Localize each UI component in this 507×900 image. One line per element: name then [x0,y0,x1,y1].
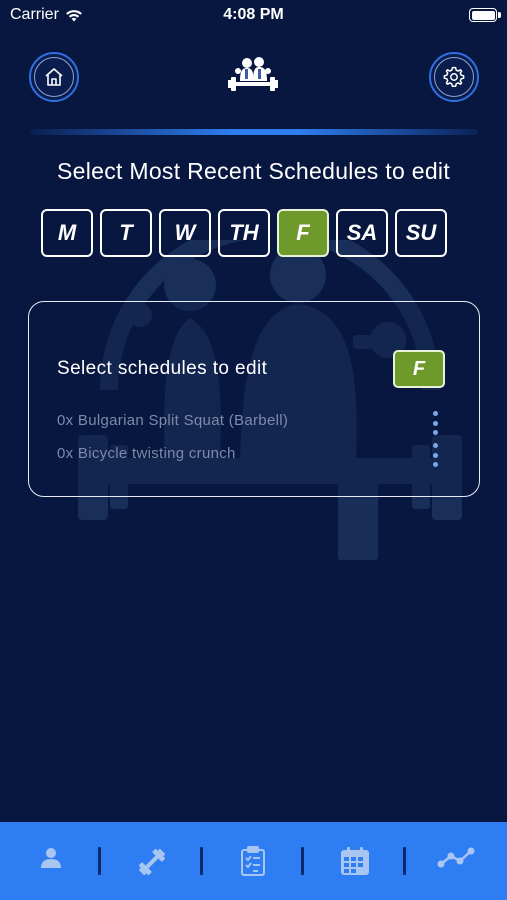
fitness-logo-icon [228,57,278,91]
day-button-tuesday[interactable]: T [100,209,152,257]
carrier-info: Carrier [10,6,83,24]
exercise-item[interactable]: 0x Bulgarian Split Squat (Barbell) [57,412,288,429]
more-options-icon[interactable] [431,411,439,435]
gear-icon [443,66,465,88]
settings-button[interactable] [429,52,479,102]
day-button-thursday[interactable]: TH [218,209,270,257]
status-bar: Carrier 4:08 PM [0,0,507,32]
checklist-icon [241,846,266,876]
battery-icon [469,8,497,22]
more-options-icon[interactable] [431,443,439,467]
wifi-icon [65,9,82,21]
home-icon [45,68,63,86]
header-divider [30,129,478,135]
calendar-icon [340,847,369,875]
day-button-wednesday[interactable]: W [159,209,211,257]
schedule-card: Select schedules to edit F 0x Bulgarian … [28,301,480,497]
card-title: Select schedules to edit [57,358,268,379]
day-selector: M T W TH F SA SU [41,209,447,257]
tab-profile[interactable] [0,822,102,900]
tab-workouts[interactable] [101,822,203,900]
home-button[interactable] [29,52,79,102]
card-day-badge[interactable]: F [393,350,445,388]
day-button-sunday[interactable]: SU [395,209,447,257]
page-title: Select Most Recent Schedules to edit [56,158,451,184]
tab-calendar[interactable] [304,822,406,900]
dumbbell-icon [139,848,166,876]
bottom-tab-bar [0,822,507,900]
day-button-saturday[interactable]: SA [336,209,388,257]
day-button-friday[interactable]: F [277,209,329,257]
profile-icon [40,848,61,868]
carrier-label: Carrier [10,6,59,23]
progress-chart-icon [437,847,475,868]
tab-progress[interactable] [406,822,507,900]
day-button-monday[interactable]: M [41,209,93,257]
tab-schedules[interactable] [203,822,305,900]
exercise-item[interactable]: 0x Bicycle twisting crunch [57,445,236,462]
battery-cap [498,12,501,18]
